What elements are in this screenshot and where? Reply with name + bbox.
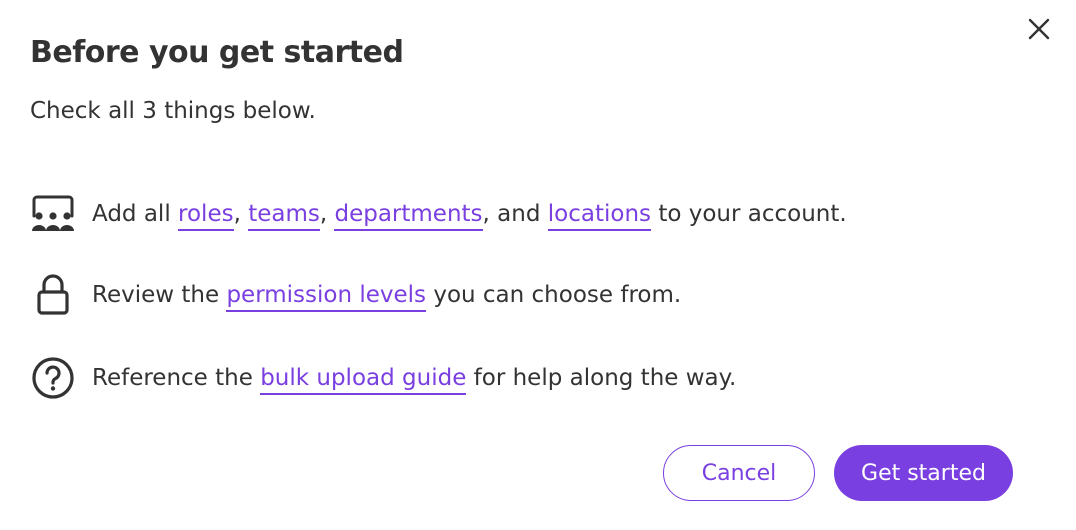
- item-prefix: Review the: [92, 282, 227, 308]
- roles-link[interactable]: roles: [178, 201, 234, 231]
- item-prefix: Add all: [92, 201, 179, 227]
- separator: ,: [233, 201, 249, 227]
- locations-link[interactable]: locations: [547, 201, 652, 231]
- org-structure-icon: [30, 191, 76, 237]
- item-prefix: Reference the: [92, 365, 261, 391]
- checklist-item-text: Reference the bulk upload guide for help…: [92, 362, 737, 395]
- item-suffix: to your account.: [651, 201, 847, 227]
- get-started-button[interactable]: Get started: [834, 445, 1013, 501]
- dialog-subtitle: Check all 3 things below.: [30, 98, 316, 124]
- question-circle-icon: [30, 355, 76, 401]
- checklist-item-text: Review the permission levels you can cho…: [92, 279, 682, 312]
- bulk-upload-guide-link[interactable]: bulk upload guide: [260, 365, 467, 395]
- close-button[interactable]: [1024, 14, 1054, 44]
- permission-levels-link[interactable]: permission levels: [226, 282, 427, 312]
- checklist-item-text: Add all roles, teams, departments, and l…: [92, 198, 847, 231]
- teams-link[interactable]: teams: [248, 201, 320, 231]
- checklist-item-permissions: Review the permission levels you can cho…: [30, 272, 681, 318]
- item-suffix: you can choose from.: [426, 282, 682, 308]
- departments-link[interactable]: departments: [334, 201, 483, 231]
- dialog-title: Before you get started: [30, 35, 404, 70]
- lock-icon: [30, 272, 76, 318]
- before-you-start-dialog: Before you get started Check all 3 thing…: [0, 0, 1076, 530]
- checklist-item-upload-guide: Reference the bulk upload guide for help…: [30, 355, 736, 401]
- item-suffix: for help along the way.: [466, 365, 737, 391]
- separator: , and: [482, 201, 548, 227]
- cancel-button[interactable]: Cancel: [663, 445, 815, 501]
- separator: ,: [319, 201, 335, 227]
- close-icon: [1028, 18, 1050, 40]
- checklist-item-org-setup: Add all roles, teams, departments, and l…: [30, 191, 847, 237]
